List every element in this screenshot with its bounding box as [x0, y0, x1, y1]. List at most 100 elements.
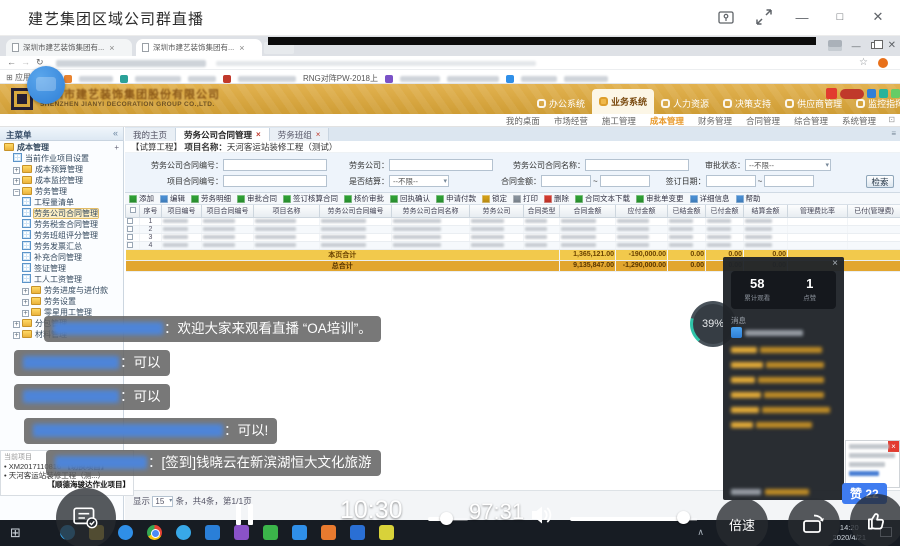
- app-badge-green[interactable]: [891, 89, 900, 98]
- notice-pill[interactable]: [840, 89, 864, 99]
- contract-name-input[interactable]: [585, 159, 689, 171]
- tree-item[interactable]: 工程量清单: [0, 197, 123, 208]
- tree-item[interactable]: 劳务班组评分管理: [0, 230, 123, 241]
- toolbar-button[interactable]: 编辑: [160, 193, 185, 204]
- bookmark-blurred[interactable]: [238, 76, 296, 82]
- volume-handle[interactable]: [677, 511, 690, 524]
- subnav-expand-icon[interactable]: ⊡: [888, 115, 895, 124]
- bookmark-favicon[interactable]: [64, 75, 72, 83]
- notes-app-icon[interactable]: [379, 525, 394, 540]
- page-tab[interactable]: 劳务公司合同管理×: [176, 128, 270, 141]
- back-icon[interactable]: ←: [7, 57, 16, 67]
- bookmark-blurred[interactable]: [447, 76, 499, 82]
- bookmark-favicon[interactable]: [120, 75, 128, 83]
- toolbar-button[interactable]: 审批单变更: [636, 193, 684, 204]
- tree-item[interactable]: −劳务管理: [0, 186, 123, 197]
- top-nav-item[interactable]: 业务系统: [592, 89, 654, 114]
- page-tab[interactable]: 我的主页: [125, 128, 176, 141]
- forward-icon[interactable]: →: [21, 57, 30, 67]
- tab-close-icon[interactable]: ×: [316, 130, 321, 139]
- tree-item[interactable]: 当前作业项目设置: [0, 153, 123, 164]
- seek-handle[interactable]: [440, 512, 453, 525]
- toolbar-button[interactable]: 添加: [129, 193, 154, 204]
- sub-nav-item[interactable]: 成本管理: [650, 115, 684, 127]
- date-from-input[interactable]: [706, 175, 756, 187]
- browser-update-icon[interactable]: [878, 58, 888, 68]
- table-row[interactable]: 1: [126, 217, 900, 225]
- sidebar-collapse-icon[interactable]: «: [113, 128, 118, 138]
- photos-app-icon[interactable]: [350, 525, 365, 540]
- close-icon[interactable]: ✕: [862, 4, 894, 30]
- tree-item[interactable]: +劳务进度与进付款: [0, 285, 123, 296]
- browser-tab-2[interactable]: 深圳市建艺装饰集团有... ×: [136, 39, 262, 56]
- page-tab[interactable]: 劳务班组×: [270, 128, 330, 141]
- toolbar-button[interactable]: 删除: [544, 193, 569, 204]
- floating-assistant-icon[interactable]: [27, 66, 65, 104]
- date-to-input[interactable]: [764, 175, 814, 187]
- toolbar-button[interactable]: 回执确认: [390, 193, 430, 204]
- sub-nav-item[interactable]: 综合管理: [794, 115, 828, 127]
- toolbar-button[interactable]: 核价审批: [344, 193, 384, 204]
- sub-nav-item[interactable]: 我的桌面: [506, 115, 540, 127]
- maximize-icon[interactable]: □: [824, 4, 856, 30]
- sub-nav-item[interactable]: 系统管理: [842, 115, 876, 127]
- row-checkbox[interactable]: [127, 226, 133, 232]
- bookmark-blurred[interactable]: [521, 76, 557, 82]
- pause-button[interactable]: [236, 504, 253, 525]
- sub-nav-item[interactable]: 市场经营: [554, 115, 588, 127]
- toolbar-button[interactable]: 打印: [513, 193, 538, 204]
- toolbar-button[interactable]: 签订核算合同: [283, 193, 338, 204]
- tray-expand-icon[interactable]: ∧: [697, 527, 704, 538]
- toolbar-button[interactable]: 审批合同: [237, 193, 277, 204]
- alert-icon[interactable]: [826, 88, 837, 99]
- contract-no-input[interactable]: [223, 159, 327, 171]
- bookmark-favicon[interactable]: [223, 75, 231, 83]
- tab-close-icon[interactable]: ×: [256, 130, 261, 139]
- bookmark-blurred[interactable]: [188, 76, 216, 82]
- settled-select[interactable]: --不限--: [389, 175, 449, 187]
- row-checkbox[interactable]: [127, 242, 133, 248]
- volume-icon[interactable]: [527, 503, 557, 532]
- top-nav-item[interactable]: 人力资源: [654, 92, 716, 114]
- toolbar-button[interactable]: 锁定: [482, 193, 507, 204]
- amount-from-input[interactable]: [541, 175, 591, 187]
- attendance-button[interactable]: [56, 488, 116, 546]
- qq-app-icon[interactable]: [176, 525, 191, 540]
- project-contract-no-input[interactable]: [223, 175, 327, 187]
- tree-item[interactable]: 工人工资管理: [0, 274, 123, 285]
- labor-company-input[interactable]: [389, 159, 493, 171]
- table-row[interactable]: 2: [126, 225, 900, 233]
- tree-item[interactable]: 补充合同管理: [0, 252, 123, 263]
- tree-item[interactable]: +劳务设置: [0, 296, 123, 307]
- profile-avatar[interactable]: [828, 40, 842, 51]
- teamviewer-app-icon[interactable]: [205, 525, 220, 540]
- bookmark-star-icon[interactable]: ☆: [859, 57, 868, 68]
- row-checkbox[interactable]: [127, 218, 133, 224]
- tree-item[interactable]: +成本预算管理: [0, 164, 123, 175]
- tree-item[interactable]: 劳务公司合同管理: [0, 208, 123, 219]
- tree-item[interactable]: 劳务发票汇总: [0, 241, 123, 252]
- toolbar-button[interactable]: 申请付款: [436, 193, 476, 204]
- table-row[interactable]: 4: [126, 241, 900, 249]
- minimize-icon[interactable]: —: [786, 4, 818, 30]
- bookmark-blurred[interactable]: [135, 76, 181, 82]
- amount-to-input[interactable]: [600, 175, 650, 187]
- bookmark-favicon[interactable]: [385, 75, 393, 83]
- rotate-screen-button[interactable]: [788, 498, 840, 546]
- row-checkbox[interactable]: [127, 234, 133, 240]
- sub-nav-item[interactable]: 施工管理: [602, 115, 636, 127]
- toolbar-button[interactable]: 合同文本下载: [575, 193, 630, 204]
- playback-speed-button[interactable]: 倍速: [716, 498, 768, 546]
- top-nav-item[interactable]: 决策支持: [716, 92, 778, 114]
- bookmark-blurred[interactable]: [564, 76, 608, 82]
- browser-tab-1[interactable]: 深圳市建艺装饰集团有... ×: [6, 39, 132, 56]
- bookmark-item[interactable]: RNG对阵PW-2018上: [303, 73, 378, 84]
- pinwheel-app-icon[interactable]: [234, 525, 249, 540]
- sub-nav-item[interactable]: 合同管理: [746, 115, 780, 127]
- tree-item[interactable]: 劳务税金合同管理: [0, 219, 123, 230]
- toolbar-button[interactable]: 劳务明细: [191, 193, 231, 204]
- table-row[interactable]: 3: [126, 233, 900, 241]
- top-nav-item[interactable]: 办公系统: [530, 92, 592, 114]
- volume-slider[interactable]: [570, 517, 688, 521]
- like-button[interactable]: [850, 494, 900, 546]
